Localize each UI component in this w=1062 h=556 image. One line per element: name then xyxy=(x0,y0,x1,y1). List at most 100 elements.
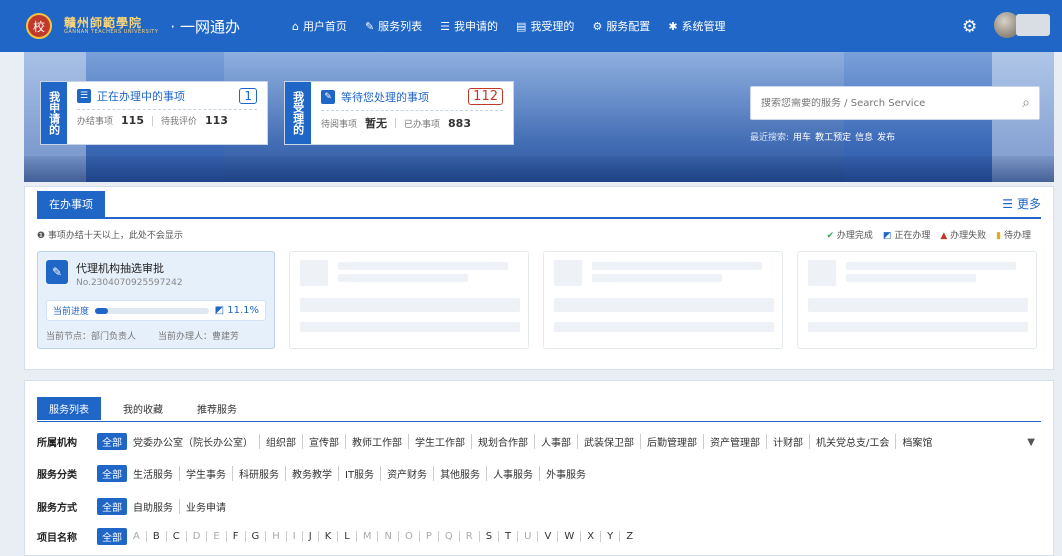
filter-option[interactable]: V xyxy=(537,531,557,542)
filter-option[interactable]: Z xyxy=(619,531,639,542)
filter-option[interactable]: C xyxy=(165,531,186,542)
done-value[interactable]: 115 xyxy=(121,114,144,127)
config-icon: ⚙ xyxy=(592,19,603,33)
filter-option[interactable]: P xyxy=(418,531,438,542)
filter-option[interactable]: 教师工作部 xyxy=(345,434,408,449)
recent-search-item[interactable]: 教工预定 xyxy=(815,130,851,143)
tab-inprogress[interactable]: 在办事项 xyxy=(37,191,105,217)
filter-option[interactable]: 档案馆 xyxy=(895,434,938,449)
filter-option[interactable]: Q xyxy=(437,531,459,542)
filter-option[interactable]: 科研服务 xyxy=(232,466,285,481)
filter-option[interactable]: U xyxy=(517,531,537,542)
nav-service-list[interactable]: ✎ 服务列表 xyxy=(365,18,422,34)
nav-my-applications[interactable]: ☰ 我申请的 xyxy=(440,18,498,34)
filter-option[interactable]: 人事部 xyxy=(534,434,577,449)
recent-search-item[interactable]: 用车 xyxy=(793,130,811,143)
filter-all-project-name[interactable]: 全部 xyxy=(97,528,127,545)
filter-option[interactable]: A xyxy=(133,531,146,542)
filter-option[interactable]: K xyxy=(317,531,338,542)
filter-option[interactable]: 机关党总支/工会 xyxy=(809,434,895,449)
filter-option[interactable]: O xyxy=(397,531,419,542)
settings-gear-icon[interactable]: ⚙ xyxy=(962,17,977,37)
filter-option[interactable]: 其他服务 xyxy=(433,466,486,481)
filter-option[interactable]: E xyxy=(206,531,225,542)
nav-system-admin-label: 系统管理 xyxy=(681,20,726,33)
filter-option[interactable]: IT服务 xyxy=(338,466,380,481)
list-icon: ☰ xyxy=(440,19,451,33)
filter-option[interactable]: L xyxy=(337,531,356,542)
chevron-down-icon[interactable]: ▼ xyxy=(1027,437,1035,448)
tab-service-list[interactable]: 服务列表 xyxy=(37,397,101,420)
tab-my-favorites[interactable]: 我的收藏 xyxy=(111,397,175,420)
wait-label: 待阅事项 xyxy=(321,119,358,130)
filter-option[interactable]: W xyxy=(557,531,580,542)
card-handle-count[interactable]: 112 xyxy=(468,88,503,105)
filter-option[interactable]: 后勤管理部 xyxy=(640,434,703,449)
filter-option[interactable]: 生活服务 xyxy=(133,466,179,481)
card-apply-side: 我申请的 xyxy=(41,82,67,144)
services-panel: 服务列表 我的收藏 推荐服务 所属机构 全部 党委办公室（院长办公室） 组织部 宣传部教… xyxy=(24,380,1054,556)
filter-option[interactable]: J xyxy=(301,531,318,542)
filter-option[interactable]: T xyxy=(498,531,517,542)
filter-option[interactable]: F xyxy=(225,531,245,542)
more-link[interactable]: ☰ 更多 xyxy=(1002,195,1041,212)
filter-option[interactable]: X xyxy=(580,531,600,542)
eval-value[interactable]: 113 xyxy=(205,114,228,127)
filter-option[interactable]: 党委办公室（院长办公室） xyxy=(133,434,259,449)
card-my-handled[interactable]: 我受理的 ✎ 等待您处理的事项 112 待阅事项 暂无 已办事项 883 xyxy=(284,81,514,145)
task-card[interactable]: ✎ 代理机构抽选审批 No.2304070925597242 当前进度 ◩ 11… xyxy=(37,251,275,349)
more-label: 更多 xyxy=(1016,197,1041,211)
filter-option[interactable]: H xyxy=(265,531,286,542)
nav-home[interactable]: ⌂ 用户首页 xyxy=(292,18,347,34)
card-apply-count[interactable]: 1 xyxy=(239,88,257,104)
filter-option[interactable]: B xyxy=(145,531,166,542)
filter-option[interactable]: 资产管理部 xyxy=(703,434,766,449)
card-my-applications[interactable]: 我申请的 ☰ 正在办理中的事项 1 办结事项 115 待我评价 113 xyxy=(40,81,268,145)
filter-option[interactable]: 业务申请 xyxy=(179,499,232,514)
services-tabs: 服务列表 我的收藏 推荐服务 xyxy=(37,397,249,420)
nav-service-list-label: 服务列表 xyxy=(378,20,423,33)
placeholder-card xyxy=(797,251,1037,349)
filter-option[interactable]: 教务教学 xyxy=(285,466,338,481)
nav-my-applications-label: 我申请的 xyxy=(454,20,499,33)
filter-option[interactable]: I xyxy=(285,531,302,542)
filter-option[interactable]: M xyxy=(355,531,378,542)
tab-recommended[interactable]: 推荐服务 xyxy=(185,397,249,420)
filter-option[interactable]: 学生事务 xyxy=(179,466,232,481)
legend-failed-label: 办理失败 xyxy=(950,231,987,241)
recent-search-item[interactable]: 信息 xyxy=(855,130,873,143)
filter-option[interactable]: R xyxy=(458,531,479,542)
filter-option[interactable]: 武装保卫部 xyxy=(577,434,640,449)
filter-option[interactable]: 人事服务 xyxy=(486,466,539,481)
search-input[interactable] xyxy=(751,97,1013,109)
recent-search-label: 最近搜索: xyxy=(750,133,790,143)
university-logo[interactable]: 校 xyxy=(26,13,52,39)
filter-option[interactable]: 自助服务 xyxy=(133,499,179,514)
search-icon[interactable]: ⌕ xyxy=(1013,95,1039,111)
task-number: No.2304070925597242 xyxy=(76,278,183,288)
nav-my-handled[interactable]: ▤ 我受理的 xyxy=(516,18,574,34)
filter-option[interactable]: D xyxy=(185,531,207,542)
filter-option[interactable]: 资产财务 xyxy=(380,466,433,481)
recent-search-item[interactable]: 发布 xyxy=(877,130,895,143)
wait-value[interactable]: 暂无 xyxy=(365,115,387,131)
warning-icon: ▲ xyxy=(940,231,948,241)
filter-option[interactable]: 外事服务 xyxy=(539,466,592,481)
filter-all-organization[interactable]: 全部 xyxy=(97,433,127,450)
filter-option[interactable]: 宣传部 xyxy=(302,434,345,449)
filter-option[interactable]: Y xyxy=(600,531,619,542)
placeholder-card xyxy=(289,251,529,349)
filter-option[interactable]: G xyxy=(244,531,266,542)
filter-option[interactable]: 规划合作部 xyxy=(471,434,534,449)
filter-option[interactable]: N xyxy=(377,531,397,542)
handled-value[interactable]: 883 xyxy=(448,117,471,130)
filter-option[interactable]: S xyxy=(478,531,498,542)
filter-option[interactable]: 学生工作部 xyxy=(408,434,471,449)
nav-system-admin[interactable]: ✱ 系统管理 xyxy=(668,18,725,34)
filter-all-category[interactable]: 全部 xyxy=(97,465,127,482)
filter-all-method[interactable]: 全部 xyxy=(97,498,127,515)
user-name-redacted[interactable] xyxy=(1016,14,1050,36)
filter-option[interactable]: 组织部 xyxy=(259,434,302,449)
nav-service-config[interactable]: ⚙ 服务配置 xyxy=(592,18,650,34)
filter-option[interactable]: 计财部 xyxy=(766,434,809,449)
